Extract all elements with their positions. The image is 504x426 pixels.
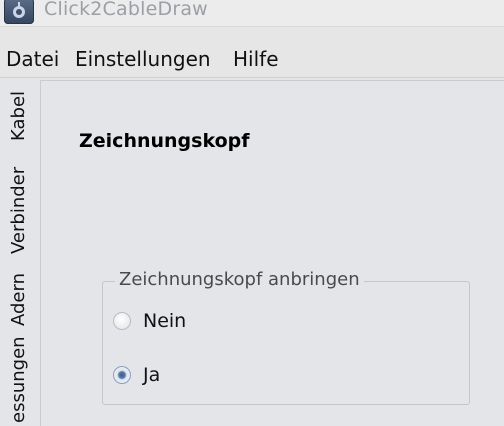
radio-nein-button[interactable] [113,312,131,330]
radio-ja-button[interactable] [113,366,131,384]
radio-nein-label[interactable]: Nein [143,310,186,332]
tab-messungen[interactable]: essungen [8,336,30,423]
groupbox-legend: Zeichnungskopf anbringen [115,268,364,292]
menu-einstellungen[interactable]: Einstellungen [75,47,211,71]
menu-hilfe[interactable]: Hilfe [233,47,279,71]
menu-datei[interactable]: Datei [6,47,59,71]
tab-kabel[interactable]: Kabel [8,91,30,141]
app-logo-icon[interactable] [4,0,34,24]
menu-bar: Datei Einstellungen Hilfe [0,27,504,78]
vertical-tab-strip: Kabel Verbinder Adern essungen [0,78,40,423]
settings-panel: Zeichnungskopf Zeichnungskopf anbringen … [40,80,504,426]
tab-adern[interactable]: Adern [8,273,30,326]
page-title: Zeichnungskopf [79,130,250,152]
drawing-header-groupbox: Zeichnungskopf anbringen Nein Ja [102,268,470,405]
radio-ja-label[interactable]: Ja [143,364,160,386]
window-title: Click2CableDraw [44,0,208,20]
title-bar: Click2CableDraw [0,0,504,27]
tab-verbinder[interactable]: Verbinder [8,167,30,254]
